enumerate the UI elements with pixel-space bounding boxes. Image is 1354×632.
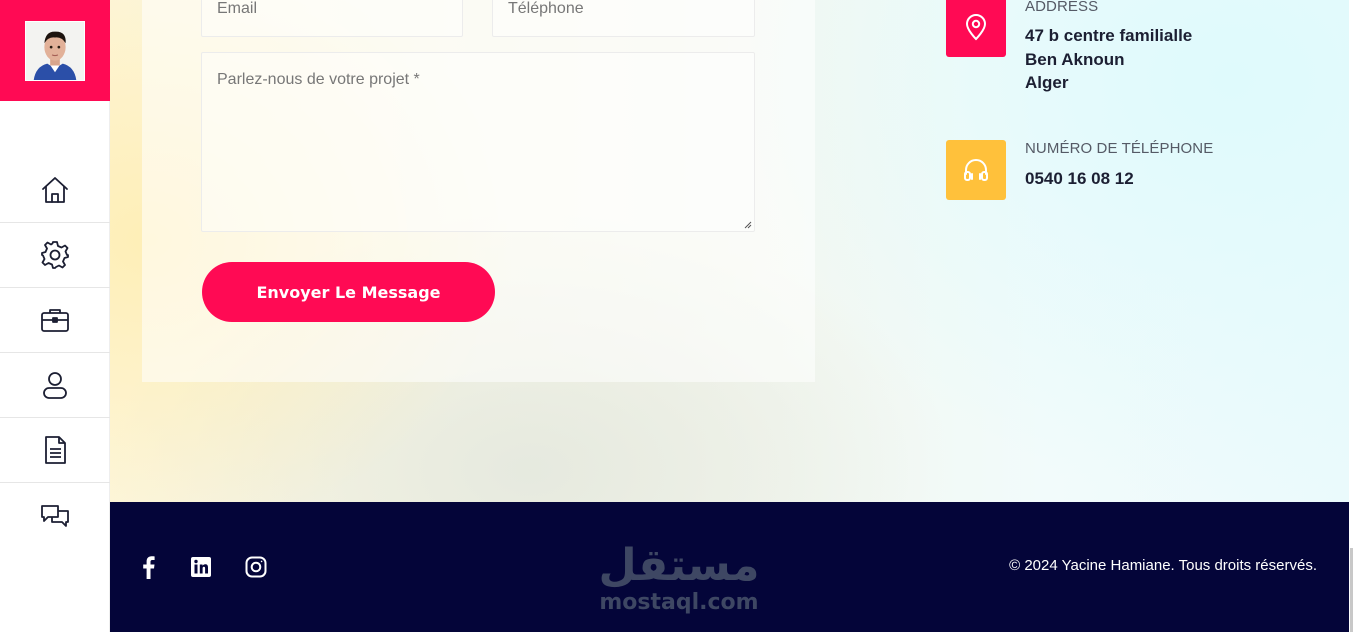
phone-placeholder: Téléphone — [508, 0, 584, 17]
instagram-link[interactable] — [243, 554, 269, 580]
message-placeholder: Parlez-nous de votre projet * — [217, 71, 420, 88]
email-field[interactable]: Email — [201, 0, 463, 37]
avatar-container — [0, 0, 110, 101]
nav-item-resume[interactable] — [0, 418, 110, 483]
address-line-1: 47 b centre familialle — [1025, 26, 1193, 45]
map-pin-icon — [965, 14, 987, 41]
user-icon — [43, 372, 67, 399]
phone-icon-box — [946, 140, 1006, 200]
headphones-icon — [964, 159, 988, 181]
facebook-link[interactable] — [136, 554, 162, 580]
nav-item-home[interactable] — [0, 158, 110, 223]
contact-form: Email Téléphone Parlez-nous de votre pro… — [142, 0, 815, 382]
sidebar-nav — [0, 158, 110, 548]
address-icon-box — [946, 0, 1006, 57]
contact-section: Email Téléphone Parlez-nous de votre pro… — [110, 0, 1354, 502]
nav-item-contact[interactable] — [0, 483, 110, 548]
watermark-url: mostaql.com — [599, 590, 759, 615]
linkedin-link[interactable] — [188, 554, 214, 580]
phone-field[interactable]: Téléphone — [492, 0, 755, 37]
document-icon — [45, 436, 66, 464]
send-message-button[interactable]: Envoyer Le Message — [202, 262, 495, 322]
scrollbar-thumb[interactable] — [1350, 548, 1353, 632]
chat-icon — [41, 504, 69, 527]
message-textarea[interactable]: Parlez-nous de votre projet * — [201, 52, 755, 232]
page-scrollbar[interactable] — [1349, 0, 1354, 632]
facebook-icon — [143, 556, 155, 579]
email-placeholder: Email — [217, 0, 258, 17]
briefcase-icon — [41, 309, 69, 332]
nav-item-portfolio[interactable] — [0, 288, 110, 353]
linkedin-icon — [191, 557, 211, 577]
address-line-3: Alger — [1025, 73, 1069, 92]
nav-item-services[interactable] — [0, 223, 110, 288]
phone-label: NUMÉRO DE TÉLÉPHONE — [1025, 140, 1214, 157]
nav-item-about[interactable] — [0, 353, 110, 418]
address-line-2: Ben Aknoun — [1025, 50, 1125, 69]
resize-grip-icon[interactable] — [744, 221, 752, 229]
sidebar — [0, 0, 110, 632]
mostaql-watermark: مستقل mostaql.com — [594, 540, 764, 614]
home-icon — [42, 177, 68, 203]
address-label: ADDRESS — [1025, 0, 1099, 15]
gear-icon — [41, 241, 69, 269]
watermark-logo: مستقل — [598, 540, 760, 591]
copyright-text: © 2024 Yacine Hamiane. Tous droits réser… — [1009, 557, 1317, 574]
avatar[interactable] — [25, 21, 85, 81]
footer: مستقل mostaql.com © 2024 Yacine Hamiane.… — [110, 502, 1349, 632]
instagram-icon — [245, 556, 267, 578]
phone-value: 0540 16 08 12 — [1025, 169, 1134, 188]
